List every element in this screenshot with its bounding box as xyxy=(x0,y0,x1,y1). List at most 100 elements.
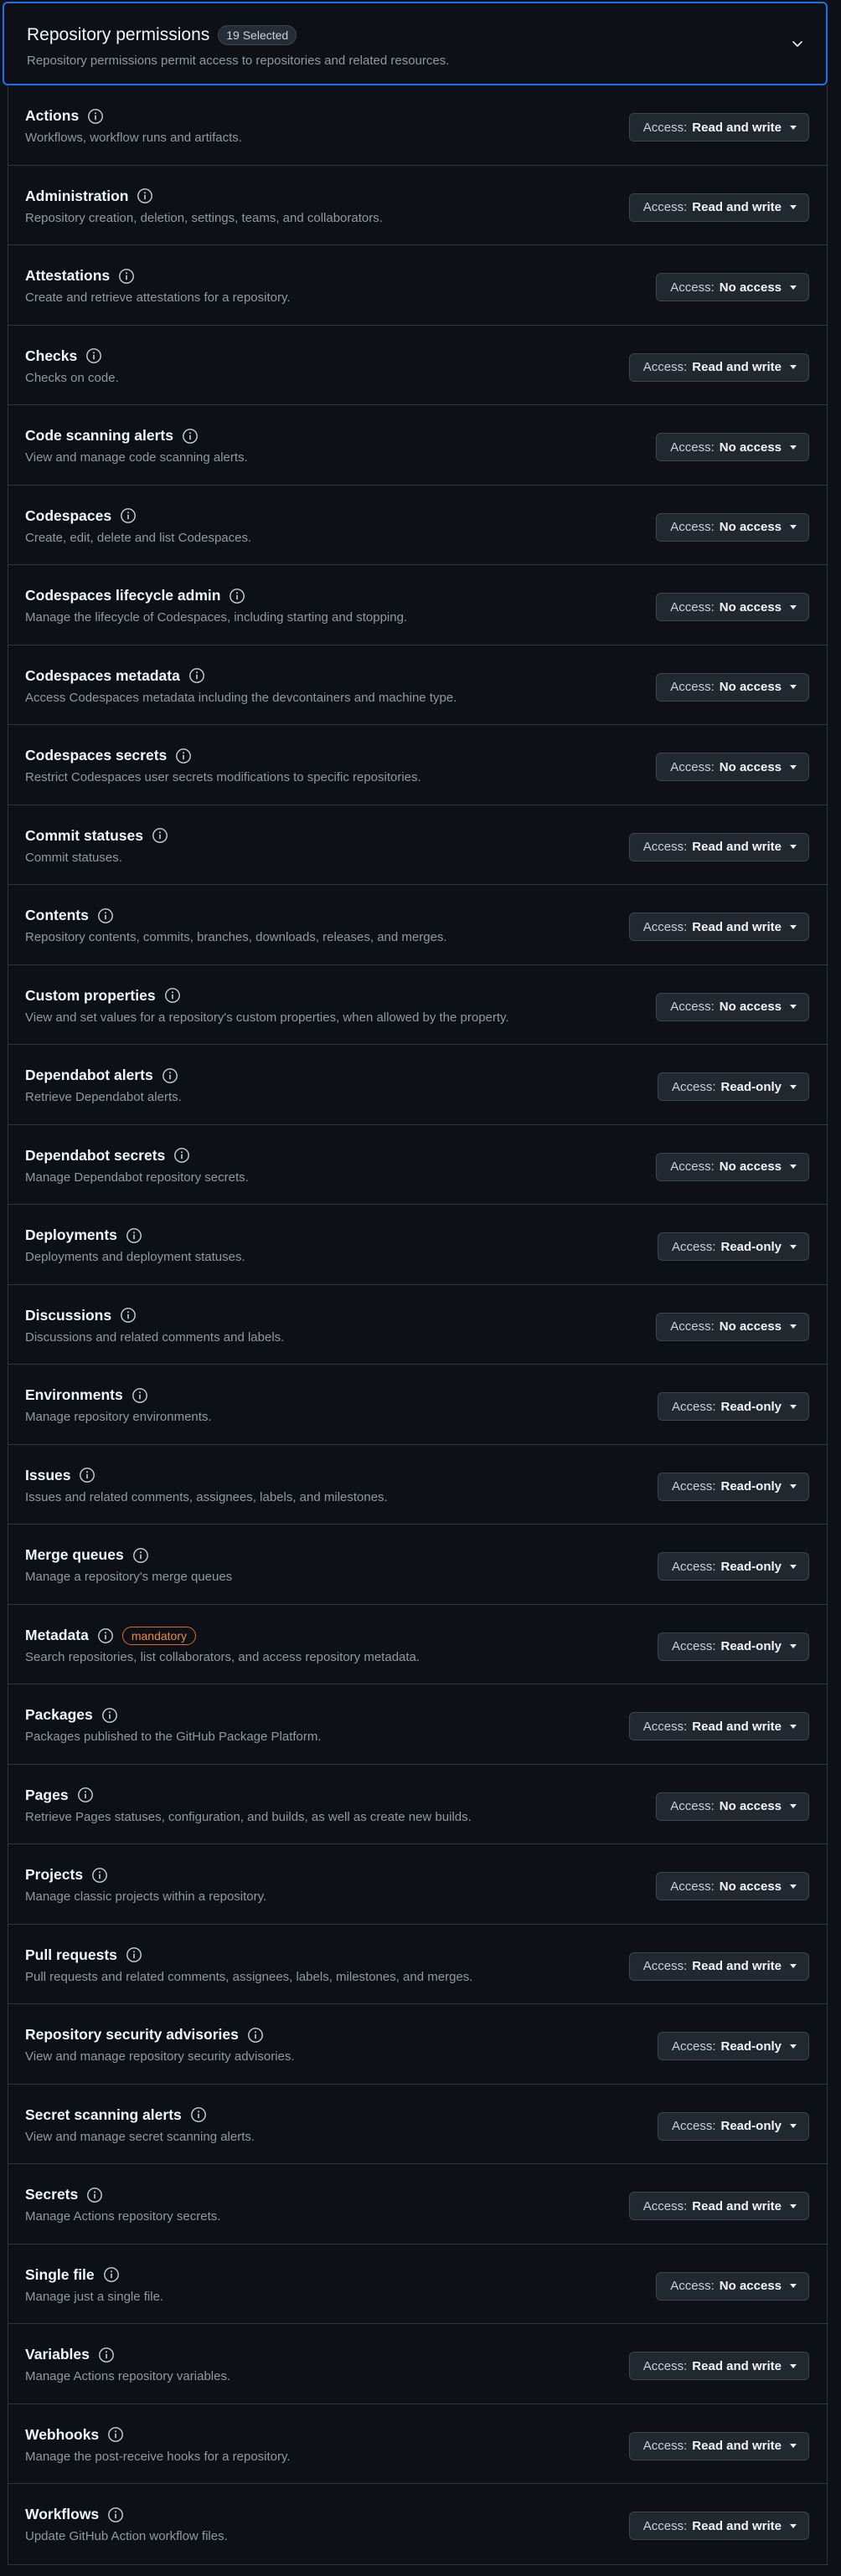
access-dropdown-button[interactable]: Access: Read and write xyxy=(628,1951,809,1981)
access-dropdown-button[interactable]: Access: No access xyxy=(656,1312,809,1341)
permission-name: Code scanning alerts xyxy=(25,427,173,444)
access-dropdown-button[interactable]: Access: Read-only xyxy=(657,1632,809,1661)
access-dropdown-button[interactable]: Access: Read and write xyxy=(628,113,809,141)
access-dropdown-button[interactable]: Access: Read-only xyxy=(657,2111,809,2141)
info-icon[interactable] xyxy=(152,827,168,844)
access-dropdown-button[interactable]: Access: Read and write xyxy=(628,352,809,382)
info-icon[interactable] xyxy=(86,2187,103,2203)
info-icon[interactable] xyxy=(182,428,199,445)
info-icon[interactable] xyxy=(173,1147,190,1164)
info-icon[interactable] xyxy=(120,1307,137,1324)
access-dropdown-button[interactable]: Access: Read-only xyxy=(657,1072,809,1101)
triangle-down-icon xyxy=(790,2284,797,2288)
info-icon[interactable] xyxy=(162,1067,178,1084)
access-dropdown-button[interactable]: Access: Read-only xyxy=(657,1232,809,1261)
info-icon[interactable] xyxy=(126,1946,142,1963)
info-icon[interactable] xyxy=(164,987,181,1004)
access-prefix: Access: xyxy=(670,1799,715,1813)
access-dropdown-button[interactable]: Access: No access xyxy=(656,1792,809,1821)
info-icon[interactable] xyxy=(77,1787,94,1803)
access-value: Read and write xyxy=(692,360,782,374)
permission-row-deployments: Deployments Deployments and deployment s… xyxy=(8,1205,827,1285)
access-value: No access xyxy=(719,1799,782,1813)
access-dropdown-button[interactable]: Access: No access xyxy=(656,992,809,1021)
access-value: Read-only xyxy=(720,2039,782,2054)
info-icon[interactable] xyxy=(120,507,137,524)
permission-row-secret-scanning-alerts: Secret scanning alerts View and manage s… xyxy=(8,2085,827,2164)
permission-name-row: Pages xyxy=(25,1787,94,1804)
access-prefix: Access: xyxy=(642,2518,688,2533)
access-value: No access xyxy=(719,1879,782,1894)
triangle-down-icon xyxy=(790,604,797,609)
access-dropdown-button[interactable]: Access: Read and write xyxy=(628,193,809,222)
access-dropdown-button[interactable]: Access: Read and write xyxy=(628,2512,809,2540)
access-dropdown-button[interactable]: Access: No access xyxy=(656,2271,809,2301)
info-icon[interactable] xyxy=(97,1627,114,1644)
access-dropdown-button[interactable]: Access: Read and write xyxy=(628,832,809,861)
info-icon[interactable] xyxy=(101,1707,118,1724)
permission-name: Repository security advisories xyxy=(25,2026,239,2043)
permissions-header[interactable]: Repository permissions 19 Selected Repos… xyxy=(3,2,828,85)
info-icon[interactable] xyxy=(103,2266,120,2283)
info-icon[interactable] xyxy=(91,1867,108,1884)
permission-name: Contents xyxy=(25,907,89,923)
info-icon[interactable] xyxy=(229,588,245,604)
info-icon[interactable] xyxy=(247,2027,264,2044)
permission-name-row: Packages xyxy=(25,1706,118,1724)
triangle-down-icon xyxy=(790,845,797,849)
access-dropdown-button[interactable]: Access: Read and write xyxy=(628,2352,809,2380)
permission-row-actions: Actions Workflows, workflow runs and art… xyxy=(8,85,827,166)
info-icon[interactable] xyxy=(97,908,114,924)
info-icon[interactable] xyxy=(107,2426,124,2443)
info-icon[interactable] xyxy=(126,1227,142,1244)
permission-row-environments: Environments Manage repository environme… xyxy=(8,1365,827,1445)
access-dropdown-button[interactable]: Access: No access xyxy=(656,1152,809,1181)
info-icon[interactable] xyxy=(190,2106,207,2123)
info-icon[interactable] xyxy=(188,667,205,684)
info-icon[interactable] xyxy=(98,2347,115,2363)
access-prefix: Access: xyxy=(671,1079,716,1094)
info-icon[interactable] xyxy=(132,1387,148,1404)
info-icon[interactable] xyxy=(85,347,102,364)
info-icon[interactable] xyxy=(175,748,192,764)
triangle-down-icon xyxy=(790,445,797,450)
access-dropdown-button[interactable]: Access: Read and write xyxy=(628,2431,809,2460)
access-dropdown-button[interactable]: Access: Read and write xyxy=(628,2192,809,2220)
permission-description: View and set values for a repository's c… xyxy=(25,1010,509,1025)
access-dropdown-button[interactable]: Access: Read and write xyxy=(628,1712,809,1740)
permission-name-row: Codespaces metadata xyxy=(25,667,205,685)
info-icon[interactable] xyxy=(107,2507,124,2523)
info-icon[interactable] xyxy=(79,1467,95,1483)
access-dropdown-button[interactable]: Access: Read and write xyxy=(628,913,809,941)
access-prefix: Access: xyxy=(670,680,715,694)
access-dropdown-button[interactable]: Access: No access xyxy=(656,1872,809,1900)
access-dropdown-button[interactable]: Access: Read-only xyxy=(657,2032,809,2060)
access-dropdown-button[interactable]: Access: Read-only xyxy=(657,1472,809,1501)
permission-description: Retrieve Dependabot alerts. xyxy=(25,1090,182,1104)
header-title-row: Repository permissions 19 Selected xyxy=(27,25,297,45)
permission-name-row: Codespaces lifecycle admin xyxy=(25,587,245,604)
access-prefix: Access: xyxy=(642,2358,688,2373)
access-dropdown-button[interactable]: Access: No access xyxy=(656,672,809,702)
info-icon[interactable] xyxy=(87,108,104,125)
info-icon[interactable] xyxy=(132,1547,149,1564)
access-dropdown-button[interactable]: Access: No access xyxy=(656,593,809,621)
permissions-list: Actions Workflows, workflow runs and art… xyxy=(8,85,828,2565)
chevron-down-icon[interactable] xyxy=(791,37,804,50)
access-dropdown-button[interactable]: Access: No access xyxy=(656,512,809,542)
access-dropdown-button[interactable]: Access: Read-only xyxy=(657,1552,809,1581)
access-value: No access xyxy=(719,1159,782,1174)
access-value: Read and write xyxy=(692,2358,782,2373)
access-prefix: Access: xyxy=(642,919,688,934)
access-dropdown-button[interactable]: Access: No access xyxy=(656,273,809,301)
permission-row-checks: Checks Checks on code. Access: Read and … xyxy=(8,326,827,405)
permission-description: Checks on code. xyxy=(25,370,119,385)
access-dropdown-button[interactable]: Access: No access xyxy=(656,753,809,781)
info-icon[interactable] xyxy=(118,268,135,285)
access-dropdown-button[interactable]: Access: No access xyxy=(656,433,809,461)
permission-name: Secret scanning alerts xyxy=(25,2106,182,2123)
info-icon[interactable] xyxy=(137,188,153,204)
permission-name-row: Secrets xyxy=(25,2186,103,2203)
permission-description: Discussions and related comments and lab… xyxy=(25,1329,285,1345)
access-dropdown-button[interactable]: Access: Read-only xyxy=(657,1392,809,1421)
